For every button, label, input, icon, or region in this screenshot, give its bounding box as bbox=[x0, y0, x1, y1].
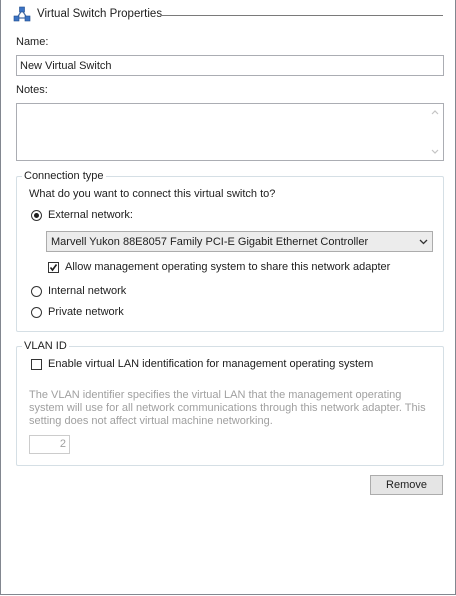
vlan-id-input: 2 bbox=[29, 435, 70, 454]
name-input[interactable] bbox=[16, 55, 444, 76]
section-title: Virtual Switch Properties bbox=[37, 8, 163, 20]
notes-label: Notes: bbox=[16, 84, 48, 96]
vlan-id-caption: VLAN ID bbox=[22, 340, 69, 352]
enable-vlan-label[interactable]: Enable virtual LAN identification for ma… bbox=[48, 358, 373, 370]
name-label: Name: bbox=[16, 36, 49, 48]
allow-mgmt-label[interactable]: Allow management operating system to sha… bbox=[65, 261, 390, 273]
scroll-down-arrow-icon[interactable] bbox=[431, 149, 439, 155]
enable-vlan-checkbox[interactable] bbox=[31, 359, 42, 370]
checkmark-icon bbox=[49, 264, 58, 272]
header-divider bbox=[161, 15, 443, 16]
chevron-down-icon bbox=[419, 239, 428, 245]
remove-button[interactable]: Remove bbox=[370, 475, 443, 495]
connection-question: What do you want to connect this virtual… bbox=[29, 188, 276, 200]
internal-network-label[interactable]: Internal network bbox=[48, 285, 126, 297]
private-network-label[interactable]: Private network bbox=[48, 306, 124, 318]
allow-mgmt-checkbox[interactable] bbox=[48, 262, 59, 273]
external-network-radio[interactable] bbox=[31, 210, 42, 221]
private-network-radio[interactable] bbox=[31, 307, 42, 318]
network-adapter-select[interactable]: Marvell Yukon 88E8057 Family PCI-E Gigab… bbox=[46, 231, 433, 252]
external-network-label[interactable]: External network: bbox=[48, 209, 133, 221]
connection-type-caption: Connection type bbox=[22, 170, 106, 182]
network-adapter-selected: Marvell Yukon 88E8057 Family PCI-E Gigab… bbox=[51, 236, 369, 248]
scroll-up-arrow-icon[interactable] bbox=[431, 109, 439, 115]
vlan-description: The VLAN identifier specifies the virtua… bbox=[29, 389, 426, 427]
virtual-switch-properties-panel: Virtual Switch Properties Name: Notes: C… bbox=[0, 0, 456, 595]
notes-textarea[interactable] bbox=[16, 103, 444, 161]
network-switch-icon bbox=[13, 6, 31, 22]
internal-network-radio[interactable] bbox=[31, 286, 42, 297]
notes-scrollbar[interactable] bbox=[427, 104, 443, 160]
